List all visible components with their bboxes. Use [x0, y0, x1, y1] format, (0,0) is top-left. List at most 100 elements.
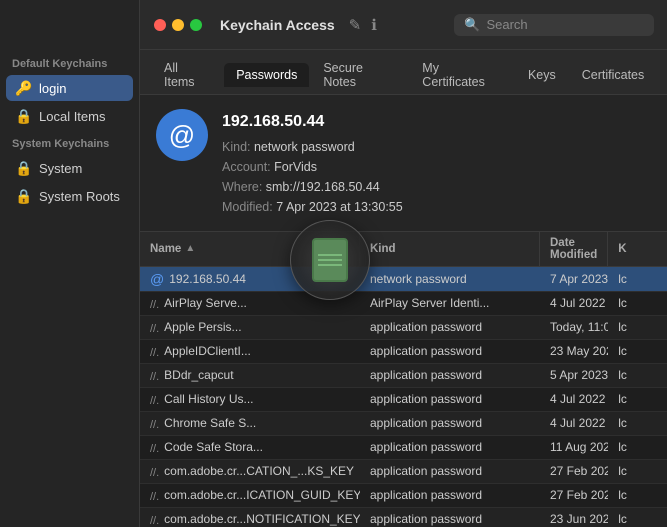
cell-name-text: BDdr_capcut: [164, 368, 233, 382]
lock-icon-roots: 🔒: [16, 188, 32, 204]
sidebar-item-local-items[interactable]: 🔒 Local Items: [6, 103, 133, 129]
sort-arrow-name: ▲: [185, 243, 195, 254]
table-row[interactable]: //. AirPlay Serve... AirPlay Server Iden…: [140, 292, 667, 316]
table-row[interactable]: //. AppleIDClientI... application passwo…: [140, 340, 667, 364]
sidebar-item-system[interactable]: 🔒 System: [6, 155, 133, 181]
system-keychains-label: System Keychains: [0, 130, 139, 154]
cell-name: //. Code Safe Stora...: [140, 436, 360, 459]
cell-k: lc: [608, 484, 667, 507]
cell-name-text: Code Safe Stora...: [164, 440, 263, 454]
cell-name-text: AppleIDClientI...: [164, 344, 251, 358]
maximize-button[interactable]: [190, 19, 202, 31]
close-button[interactable]: [154, 19, 166, 31]
table-row[interactable]: //. Chrome Safe S... application passwor…: [140, 412, 667, 436]
row-icon: //.: [150, 416, 159, 431]
cell-date: Today, 11:03: [540, 316, 608, 339]
cell-name: //. com.adobe.cr...ICATION_GUID_KEY: [140, 484, 360, 507]
sidebar-item-system-roots-label: System Roots: [39, 189, 120, 204]
table-row[interactable]: //. com.adobe.cr...ICATION_GUID_KEY appl…: [140, 484, 667, 508]
sidebar-item-login[interactable]: 🔑 login: [6, 75, 133, 101]
tab-secure-notes[interactable]: Secure Notes: [311, 56, 408, 94]
cell-k: lc: [608, 412, 667, 435]
cell-k: lc: [608, 267, 667, 291]
search-input[interactable]: [486, 17, 646, 32]
table-row[interactable]: //. BDdr_capcut application password 5 A…: [140, 364, 667, 388]
table-container[interactable]: Name ▲ Kind Date Modified K @ 192.168.50…: [140, 232, 667, 527]
tab-passwords[interactable]: Passwords: [224, 63, 309, 87]
cell-name-text: Call History Us...: [164, 392, 253, 406]
cell-date: 4 Jul 2022 at 10:44:04: [540, 292, 608, 315]
tab-keys[interactable]: Keys: [516, 63, 568, 87]
detail-modified: Modified: 7 Apr 2023 at 13:30:55: [222, 197, 403, 217]
cell-name-text: com.adobe.cr...ICATION_GUID_KEY: [164, 488, 360, 502]
cell-name-text: Apple Persis...: [164, 320, 241, 334]
cell-date: 4 Jul 2022 at 10:44:18: [540, 388, 608, 411]
cell-name: //. Chrome Safe S...: [140, 412, 360, 435]
edit-icon[interactable]: ✎: [349, 16, 362, 34]
row-icon: //.: [150, 320, 159, 335]
row-icon: //.: [150, 368, 159, 383]
default-keychains-label: Default Keychains: [0, 50, 139, 74]
cell-date: 27 Feb 2023 at 12:56:35: [540, 460, 608, 483]
table-row[interactable]: //. com.adobe.cr...CATION_...KS_KEY appl…: [140, 460, 667, 484]
tab-certificates[interactable]: Certificates: [570, 63, 657, 87]
cell-name: //. com.adobe.cr...NOTIFICATION_KEY: [140, 508, 360, 527]
row-icon: //.: [150, 296, 159, 311]
tab-all-items[interactable]: All Items: [152, 56, 222, 94]
cell-k: lc: [608, 340, 667, 363]
cell-k: lc: [608, 460, 667, 483]
cell-k: lc: [608, 292, 667, 315]
row-icon: //.: [150, 512, 159, 527]
col-name: Name ▲: [140, 232, 360, 266]
col-k: K: [608, 232, 667, 266]
tab-my-certificates[interactable]: My Certificates: [410, 56, 514, 94]
cell-date: 7 Apr 2023 at 13:30:55: [540, 267, 608, 291]
table-row[interactable]: //. Apple Persis... application password…: [140, 316, 667, 340]
cell-k: lc: [608, 508, 667, 527]
table-body: @ 192.168.50.44 network password 7 Apr 2…: [140, 267, 667, 527]
cell-name-text: AirPlay Serve...: [164, 296, 247, 310]
table-row[interactable]: //. Call History Us... application passw…: [140, 388, 667, 412]
cell-kind: application password: [360, 388, 540, 411]
cell-name: @ 192.168.50.44: [140, 267, 360, 291]
lock-icon-system: 🔒: [16, 160, 32, 176]
cell-kind: application password: [360, 412, 540, 435]
cell-kind: application password: [360, 484, 540, 507]
info-icon[interactable]: ℹ: [371, 16, 377, 34]
table-row[interactable]: @ 192.168.50.44 network password 7 Apr 2…: [140, 267, 667, 292]
cell-name-text: com.adobe.cr...CATION_...KS_KEY: [164, 464, 354, 478]
detail-kind: Kind: network password: [222, 137, 403, 157]
minimize-button[interactable]: [172, 19, 184, 31]
sidebar-item-system-roots[interactable]: 🔒 System Roots: [6, 183, 133, 209]
cell-kind: application password: [360, 316, 540, 339]
cell-name-text: 192.168.50.44: [169, 272, 246, 286]
title-icons: ✎ ℹ: [349, 16, 377, 34]
search-bar[interactable]: 🔍: [454, 14, 654, 36]
table-row[interactable]: //. com.adobe.cr...NOTIFICATION_KEY appl…: [140, 508, 667, 527]
sidebar-item-local-label: Local Items: [39, 109, 105, 124]
cell-date: 23 May 2023 at 15:20:02: [540, 340, 608, 363]
cell-name-text: com.adobe.cr...NOTIFICATION_KEY: [164, 512, 360, 526]
table-row[interactable]: //. Code Safe Stora... application passw…: [140, 436, 667, 460]
cell-name: //. BDdr_capcut: [140, 364, 360, 387]
col-kind: Kind: [360, 232, 540, 266]
col-date: Date Modified: [540, 232, 608, 266]
cell-date: 27 Feb 2023 at 12:56:35: [540, 484, 608, 507]
main-content: Keychain Access ✎ ℹ 🔍 All Items Password…: [140, 0, 667, 527]
detail-icon: @: [156, 109, 208, 161]
detail-hostname: 192.168.50.44: [222, 109, 403, 135]
cell-name: //. AirPlay Serve...: [140, 292, 360, 315]
row-icon: //.: [150, 464, 159, 479]
sidebar: Default Keychains 🔑 login 🔒 Local Items …: [0, 0, 140, 527]
cell-k: lc: [608, 364, 667, 387]
detail-account: Account: ForVids: [222, 157, 403, 177]
cell-date: 4 Jul 2022 at 15:22:24: [540, 412, 608, 435]
row-icon: //.: [150, 344, 159, 359]
detail-where: Where: smb://192.168.50.44: [222, 177, 403, 197]
cell-kind: application password: [360, 508, 540, 527]
lock-icon-local: 🔒: [16, 108, 32, 124]
traffic-lights: [154, 19, 202, 31]
cell-kind: network password: [360, 267, 540, 291]
cell-k: lc: [608, 316, 667, 339]
cell-kind: application password: [360, 460, 540, 483]
